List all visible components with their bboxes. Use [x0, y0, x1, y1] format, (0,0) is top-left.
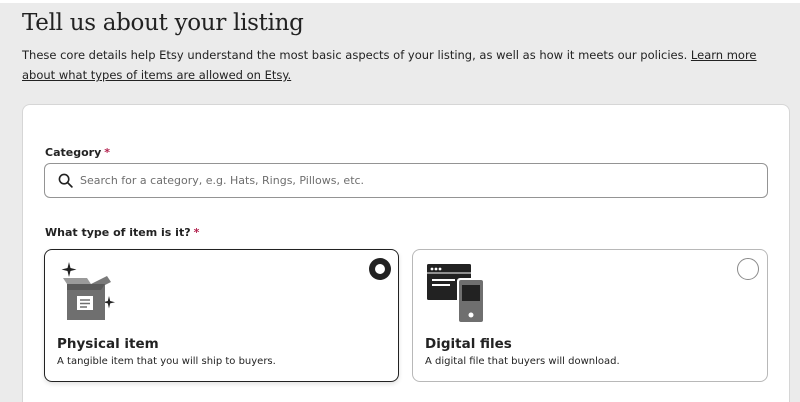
intro-text: These core details help Etsy understand …: [22, 48, 691, 62]
category-search-box[interactable]: [44, 163, 768, 198]
item-type-label-text: What type of item is it?: [45, 226, 191, 239]
digital-files-option[interactable]: Digital files A digital file that buyers…: [412, 249, 768, 382]
radio-selected[interactable]: [369, 258, 391, 280]
digital-files-description: A digital file that buyers will download…: [425, 356, 620, 367]
intro-paragraph: These core details help Etsy understand …: [22, 45, 792, 85]
physical-item-description: A tangible item that you will ship to bu…: [57, 356, 276, 367]
category-label: Category *: [45, 146, 110, 159]
page-title: Tell us about your listing: [22, 10, 304, 36]
digital-files-title: Digital files: [425, 336, 512, 352]
top-divider: [0, 0, 800, 3]
listing-details-panel: Category* What type of item is it?*: [22, 104, 790, 402]
devices-icon: [425, 260, 487, 330]
radio-unselected[interactable]: [737, 258, 759, 280]
category-search-input[interactable]: [80, 165, 767, 196]
category-label-text: Category: [45, 146, 102, 159]
physical-item-title: Physical item: [57, 336, 159, 352]
required-marker: *: [104, 146, 111, 159]
item-type-label: What type of item is it? *: [45, 226, 199, 239]
box-icon: [57, 260, 119, 330]
required-marker: *: [193, 226, 200, 239]
search-icon: [50, 163, 80, 198]
physical-item-option[interactable]: Physical item A tangible item that you w…: [44, 249, 399, 382]
